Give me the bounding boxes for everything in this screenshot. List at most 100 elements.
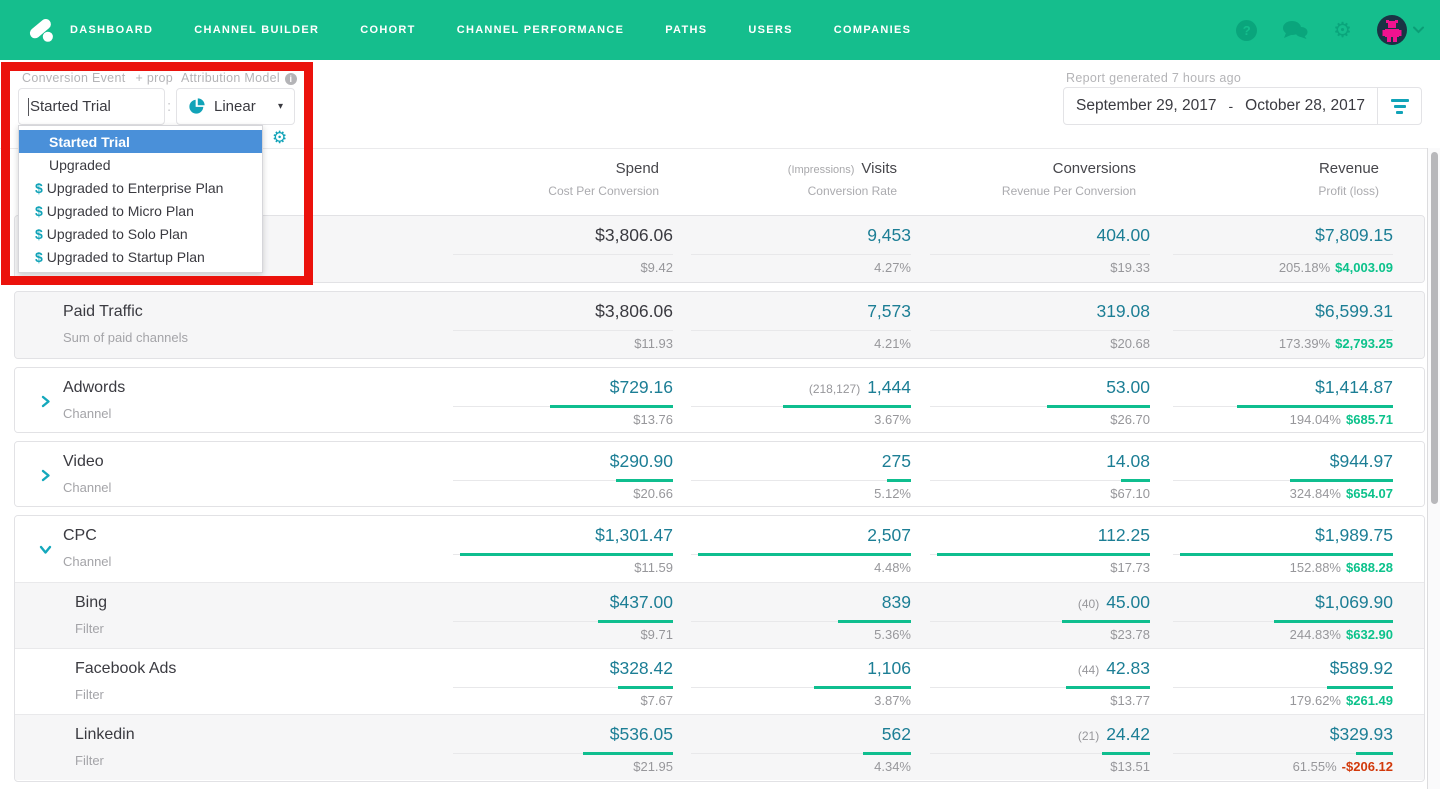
metric-bar xyxy=(1173,553,1393,556)
dropdown-option-label: Started Trial xyxy=(49,133,130,150)
metric-bar xyxy=(930,553,1150,556)
metric-bar xyxy=(930,253,1150,256)
help-icon[interactable]: ? xyxy=(1236,19,1258,41)
avatar[interactable] xyxy=(1377,15,1407,45)
column-header-spend[interactable]: Spend Cost Per Conversion xyxy=(419,160,659,198)
column-header-visits[interactable]: (Impressions) Visits Conversion Rate xyxy=(657,160,897,198)
dropdown-option-label: Upgraded to Micro Plan xyxy=(46,202,194,219)
settings-gear-icon[interactable]: ⚙ xyxy=(1333,19,1352,41)
date-range-picker[interactable]: September 29, 2017 - October 28, 2017 xyxy=(1063,87,1422,125)
metric-cell-conversions: (40) 45.00 $23.78 xyxy=(930,583,1150,648)
row-name: Video xyxy=(63,453,104,470)
column-subtitle: Revenue Per Conversion xyxy=(1001,184,1136,198)
metric-value: $6,599.31 xyxy=(1315,301,1393,321)
app-logo-icon[interactable] xyxy=(22,10,62,50)
column-header-revenue[interactable]: Revenue Profit (loss) xyxy=(1139,160,1379,198)
table-row-adwords[interactable]: Adwords Channel $729.16 $13.76 (218,127) 1,44… xyxy=(15,368,1424,432)
scrollbar-thumb[interactable] xyxy=(1431,152,1438,504)
table-row-bing[interactable]: Bing Filter $437.00 $9.71 839 5.36% (40) 45.00 $… xyxy=(15,582,1424,648)
dropdown-option-started-trial[interactable]: Started Trial xyxy=(19,130,262,153)
dropdown-option-label: Upgraded to Enterprise Plan xyxy=(46,179,224,196)
nav-item-companies[interactable]: COMPANIES xyxy=(834,24,912,36)
date-range-text: September 29, 2017 - October 28, 2017 xyxy=(1064,88,1377,124)
metric-cell-conversions: (44) 42.83 $13.77 xyxy=(930,649,1150,714)
dropdown-option-label: Upgraded to Startup Plan xyxy=(46,248,205,265)
column-header-conversions[interactable]: Conversions Revenue Per Conversion xyxy=(896,160,1136,198)
nav-menu: DASHBOARD CHANNEL BUILDER COHORT CHANNEL PE… xyxy=(70,24,911,36)
profit-value: $2,793.25 xyxy=(1335,336,1393,351)
dropdown-option-label: Upgraded to Solo Plan xyxy=(46,225,188,242)
filter-sort-icon[interactable] xyxy=(1377,88,1421,124)
row-name: Facebook Ads xyxy=(75,660,177,677)
dropdown-option-upgraded-to-enterprise-plan[interactable]: $ Upgraded to Enterprise Plan xyxy=(19,176,262,199)
account-chevron-down-icon[interactable] xyxy=(1413,26,1424,34)
chevron-down-icon[interactable] xyxy=(39,543,52,556)
metric-secondary: 173.39% $2,793.25 xyxy=(1278,336,1393,351)
metric-value: $3,806.06 xyxy=(595,301,673,321)
metric-secondary: $19.33 xyxy=(1110,260,1150,275)
dropdown-option-upgraded-to-startup-plan[interactable]: $ Upgraded to Startup Plan xyxy=(19,245,262,268)
metric-cell-revenue: $944.97 324.84% $654.07 xyxy=(1173,442,1393,506)
scrollbar-track[interactable] xyxy=(1427,148,1440,789)
dropdown-option-upgraded[interactable]: Upgraded xyxy=(19,153,262,176)
chevron-right-icon[interactable] xyxy=(39,395,52,408)
metric-bar xyxy=(1173,329,1393,332)
metric-secondary: 4.27% xyxy=(874,260,911,275)
metric-bar xyxy=(691,329,911,332)
nav-item-cohort[interactable]: COHORT xyxy=(360,24,415,36)
metric-cell-visits: 275 5.12% xyxy=(691,442,911,506)
metric-bar xyxy=(930,479,1150,482)
table-row-facebook-ads[interactable]: Facebook Ads Filter $328.42 $7.67 1,106 3.87%… xyxy=(15,648,1424,714)
chat-icon[interactable] xyxy=(1282,20,1308,40)
metric-value: (40) 45.00 xyxy=(1077,592,1150,612)
metric-secondary: $67.10 xyxy=(1110,486,1150,501)
metric-secondary: 244.83% $632.90 xyxy=(1289,627,1393,642)
metric-value: (21) 24.42 xyxy=(1077,724,1150,744)
table-row-cpc[interactable]: CPC Channel $1,301.47 $11.59 2,507 4.48% 112.2… xyxy=(15,516,1424,582)
chevron-right-icon[interactable] xyxy=(39,469,52,482)
table-row-video[interactable]: Video Channel $290.90 $20.66 275 5.12% 14.08 $6… xyxy=(15,442,1424,506)
metric-secondary: 324.84% $654.07 xyxy=(1289,486,1393,501)
dropdown-option-upgraded-to-solo-plan[interactable]: $ Upgraded to Solo Plan xyxy=(19,222,262,245)
metric-bar xyxy=(453,620,673,623)
metric-cell-revenue: $1,989.75 152.88% $688.28 xyxy=(1173,516,1393,582)
metric-bar xyxy=(691,479,911,482)
nav-item-paths[interactable]: PATHS xyxy=(665,24,707,36)
dropdown-option-upgraded-to-micro-plan[interactable]: $ Upgraded to Micro Plan xyxy=(19,199,262,222)
metric-cell-conversions: 53.00 $26.70 xyxy=(930,368,1150,432)
metric-cell-conversions: 319.08 $20.68 xyxy=(930,292,1150,358)
metric-paren-value: (21) xyxy=(1077,729,1100,743)
metric-bar xyxy=(453,686,673,689)
profit-value: $4,003.09 xyxy=(1335,260,1393,275)
metric-secondary: 4.48% xyxy=(874,560,911,575)
metric-value: 275 xyxy=(881,451,911,471)
add-prop-link[interactable]: + prop xyxy=(135,71,173,85)
nav-item-channel-builder[interactable]: CHANNEL BUILDER xyxy=(194,24,319,36)
filter-colon-separator: : xyxy=(167,98,172,115)
nav-item-users[interactable]: USERS xyxy=(748,24,792,36)
metric-cell-spend: $1,301.47 $11.59 xyxy=(453,516,673,582)
row-name: Adwords xyxy=(63,379,126,396)
metric-value: 53.00 xyxy=(1106,377,1150,397)
info-icon[interactable]: i xyxy=(284,73,297,85)
metric-value: $1,414.87 xyxy=(1315,377,1393,397)
metric-value: $328.42 xyxy=(609,658,673,678)
table-row-paid-traffic[interactable]: Paid Traffic Sum of paid channels $3,806.0… xyxy=(15,292,1424,358)
attribution-model-select[interactable]: Linear ▾ xyxy=(176,88,295,125)
table-row-linkedin[interactable]: Linkedin Filter $536.05 $21.95 562 4.34% (21) 2… xyxy=(15,714,1424,780)
metric-paren-value: (40) xyxy=(1077,597,1100,611)
metric-bar xyxy=(691,405,911,408)
metric-secondary: 5.36% xyxy=(874,627,911,642)
metric-value: 1,106 xyxy=(867,658,911,678)
nav-item-channel-performance[interactable]: CHANNEL PERFORMANCE xyxy=(457,24,625,36)
date-start: September 29, 2017 xyxy=(1076,97,1217,114)
dollar-icon: $ xyxy=(35,202,43,219)
metric-secondary: $13.51 xyxy=(1110,759,1150,774)
dollar-icon: $ xyxy=(35,225,43,242)
metric-cell-spend: $328.42 $7.67 xyxy=(453,649,673,714)
metric-paren-value: (44) xyxy=(1077,663,1100,677)
nav-item-dashboard[interactable]: DASHBOARD xyxy=(70,24,153,36)
metric-value: (44) 42.83 xyxy=(1077,658,1150,678)
conversion-event-input[interactable]: Started Trial xyxy=(18,88,165,125)
column-settings-gear-icon[interactable]: ⚙ xyxy=(272,128,287,148)
